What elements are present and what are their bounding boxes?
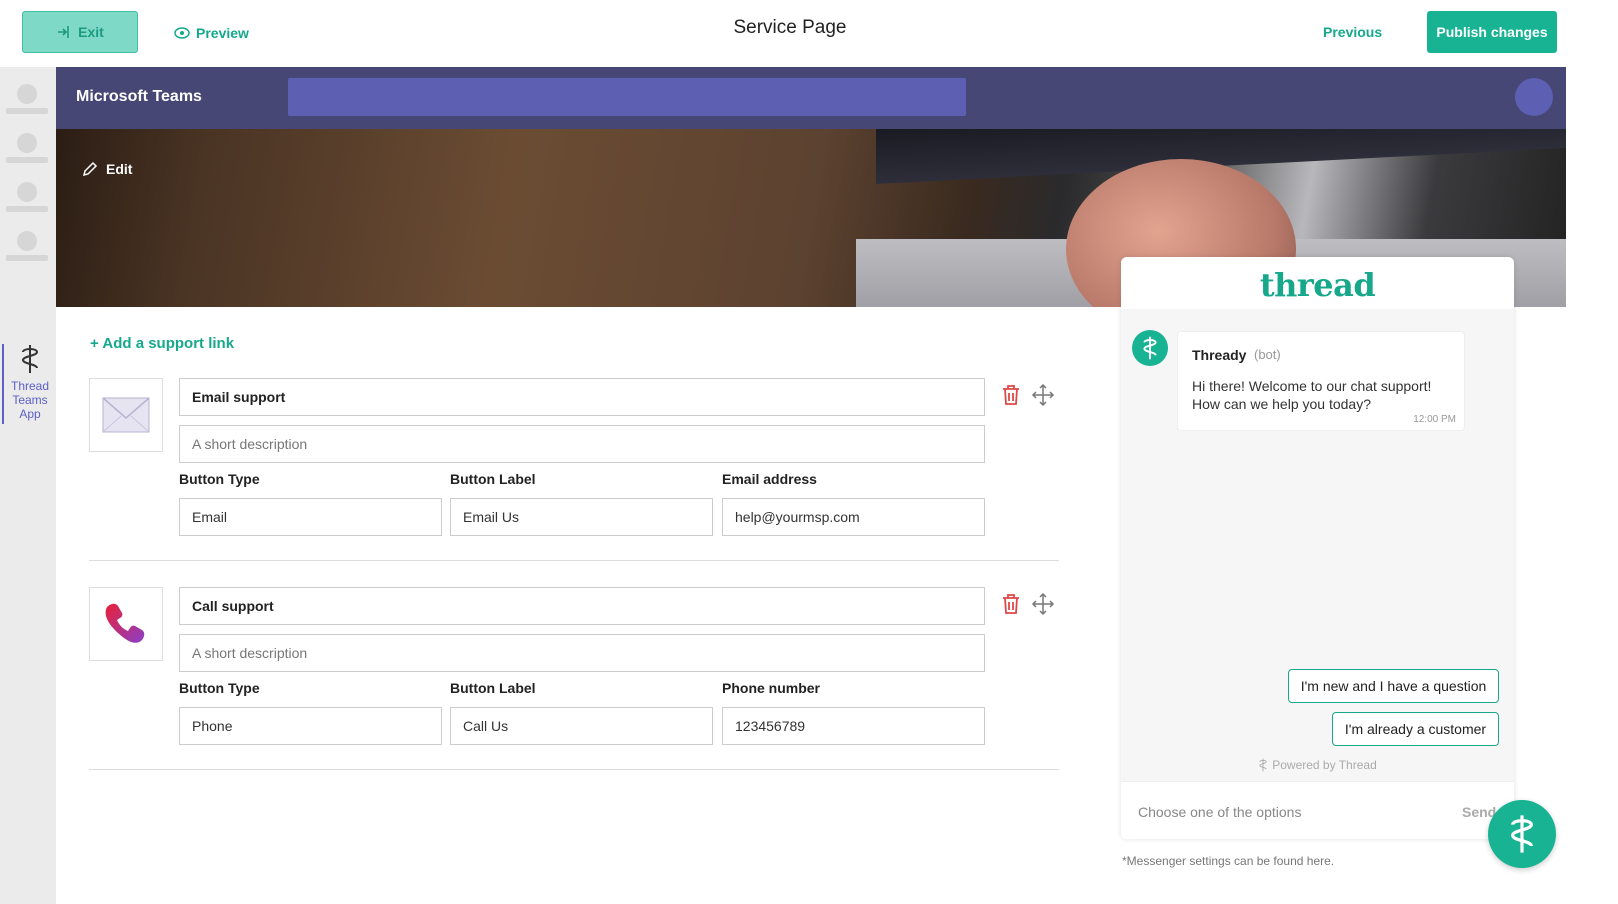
avatar[interactable]	[1515, 78, 1553, 116]
top-bar: Exit Preview Service Page Previous Publi…	[0, 0, 1618, 67]
divider	[89, 769, 1059, 770]
chat-input[interactable]: Choose one of the options	[1138, 804, 1301, 820]
chat-launcher-button[interactable]	[1488, 800, 1556, 868]
move-icon[interactable]	[1031, 592, 1055, 616]
teams-title: Microsoft Teams	[76, 88, 202, 105]
rail-placeholder-item[interactable]	[6, 182, 48, 226]
bot-avatar	[1132, 330, 1168, 366]
teams-header: Microsoft Teams	[56, 67, 1566, 129]
description-input[interactable]: A short description	[179, 634, 985, 672]
thread-wordmark: thread	[1259, 266, 1376, 304]
option-new-question-button[interactable]: I'm new and I have a question	[1288, 669, 1499, 703]
link-title-input[interactable]: Call support	[179, 587, 985, 625]
button-type-label: Button Type	[179, 471, 260, 487]
thread-logo-icon	[21, 345, 39, 373]
button-type-label: Button Type	[179, 680, 260, 696]
option-existing-customer-button[interactable]: I'm already a customer	[1332, 712, 1499, 746]
previous-button[interactable]: Previous	[1323, 24, 1382, 40]
button-label-label: Button Label	[450, 680, 536, 696]
chat-widget-preview: thread Thready (bot) Hi there! Welcome t…	[1121, 257, 1514, 839]
rail-app-label-1: Thread	[10, 379, 50, 393]
teams-search-bar[interactable]	[288, 78, 966, 116]
rail-placeholder-item[interactable]	[6, 231, 48, 275]
thread-logo-icon	[1259, 758, 1267, 772]
chat-input-bar: Choose one of the options Send	[1121, 781, 1514, 839]
rail-app-label-3: App	[19, 407, 41, 421]
phone-number-label: Phone number	[722, 680, 821, 696]
divider	[89, 560, 1059, 561]
bot-tag: (bot)	[1254, 347, 1281, 362]
thread-logo-icon	[1143, 336, 1157, 360]
chat-header: thread	[1121, 257, 1514, 309]
button-type-select[interactable]: Email	[179, 498, 442, 536]
button-type-select[interactable]: Phone	[179, 707, 442, 745]
message-time: 12:00 PM	[1413, 414, 1456, 425]
add-support-link-button[interactable]: + Add a support link	[90, 335, 234, 352]
link-title-input[interactable]: Email support	[179, 378, 985, 416]
bot-message: Hi there! Welcome to our chat support! H…	[1192, 378, 1432, 412]
rail-thread-teams-app[interactable]: Thread Teams App	[2, 344, 56, 424]
email-address-input[interactable]: help@yourmsp.com	[722, 498, 985, 536]
teams-left-rail: Thread Teams App	[0, 67, 56, 904]
email-address-label: Email address	[722, 471, 817, 487]
edit-label: Edit	[106, 161, 133, 177]
edit-banner-button[interactable]: Edit	[82, 161, 132, 177]
envelope-icon	[102, 397, 150, 433]
trash-icon[interactable]	[1001, 593, 1021, 615]
button-label-input[interactable]: Call Us	[450, 707, 713, 745]
powered-by-label: Powered by Thread	[1272, 758, 1377, 772]
bot-message-bubble: Thready (bot) Hi there! Welcome to our c…	[1177, 331, 1465, 431]
description-input[interactable]: A short description	[179, 425, 985, 463]
card-icon-box[interactable]	[89, 378, 163, 452]
button-label-input[interactable]: Email Us	[450, 498, 713, 536]
rail-placeholder-item[interactable]	[6, 84, 48, 128]
card-icon-box[interactable]	[89, 587, 163, 661]
phone-icon	[105, 603, 145, 643]
button-label-label: Button Label	[450, 471, 536, 487]
phone-number-input[interactable]: 123456789	[722, 707, 985, 745]
messenger-settings-note[interactable]: *Messenger settings can be found here.	[1122, 854, 1334, 868]
rail-app-label-2: Teams	[12, 393, 48, 407]
publish-changes-button[interactable]: Publish changes	[1427, 11, 1557, 53]
thread-logo-icon	[1511, 815, 1533, 853]
move-icon[interactable]	[1031, 383, 1055, 407]
rail-placeholder-item[interactable]	[6, 133, 48, 177]
trash-icon[interactable]	[1001, 384, 1021, 406]
bot-name: Thready	[1192, 347, 1247, 363]
pencil-icon	[82, 161, 98, 177]
powered-by: Powered by Thread	[1121, 758, 1514, 772]
